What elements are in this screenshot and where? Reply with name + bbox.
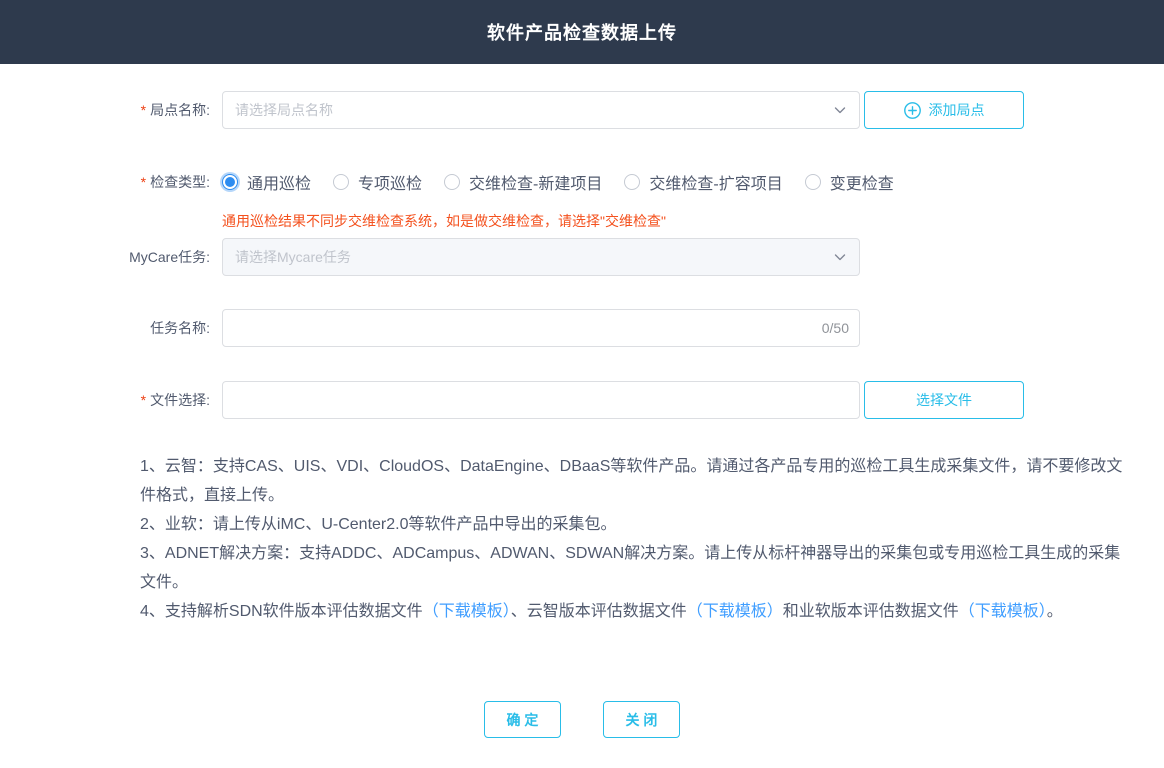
choose-file-button-label: 选择文件: [916, 392, 972, 408]
radio-icon: [222, 174, 238, 190]
site-name-row: * 局点名称: 请选择局点名称 添加局点: [0, 91, 1164, 129]
site-name-label: * 局点名称:: [0, 100, 210, 120]
radio-icon: [624, 174, 641, 190]
site-name-label-text: 局点名称:: [150, 102, 210, 118]
add-site-button[interactable]: 添加局点: [864, 91, 1024, 129]
confirm-button[interactable]: 确 定: [484, 701, 561, 738]
radio-handover-new-project[interactable]: 交维检查-新建项目: [444, 170, 602, 194]
radio-label: 交维检查-扩容项目: [649, 176, 783, 193]
check-type-warning: 通用巡检结果不同步交维检查系统，如是做交维检查，请选择"交维检查": [222, 213, 666, 229]
file-select-label: * 文件选择:: [0, 390, 210, 410]
instruction-4-text: 。: [1046, 603, 1063, 620]
mycare-task-label: MyCare任务:: [129, 249, 210, 265]
radio-icon: [804, 174, 821, 190]
radio-general-inspection[interactable]: 通用巡检: [222, 170, 311, 194]
plus-circle-icon: [903, 101, 921, 119]
instruction-item-4: 4、支持解析SDN软件版本评估数据文件（下载模板）、云智版本评估数据文件（下载模…: [140, 597, 1134, 626]
check-type-label-text: 检查类型:: [150, 174, 210, 190]
site-name-placeholder: 请选择局点名称: [235, 102, 333, 118]
file-path-field: [222, 381, 860, 419]
task-name-label: 任务名称:: [150, 320, 210, 336]
footer-actions: 确 定 关 闭: [0, 701, 1164, 738]
site-name-select[interactable]: 请选择局点名称: [222, 91, 860, 129]
upload-form: * 局点名称: 请选择局点名称 添加局点 * 检查类型: 通用巡检 专项巡检 交…: [0, 91, 1164, 738]
task-name-input[interactable]: [235, 310, 847, 346]
task-name-field: 0/50: [222, 309, 860, 347]
instruction-4-text: 和业软版本评估数据文件: [782, 603, 959, 620]
radio-special-inspection[interactable]: 专项巡检: [333, 170, 422, 194]
instruction-item-1: 1、云智：支持CAS、UIS、VDI、CloudOS、DataEngine、DB…: [140, 458, 1123, 504]
radio-label: 交维检查-新建项目: [469, 176, 603, 193]
task-name-row: 任务名称: 0/50: [0, 309, 1164, 347]
instruction-4-text: 4、支持解析SDN软件版本评估数据文件: [140, 603, 423, 620]
check-type-label: * 检查类型:: [0, 172, 210, 192]
instruction-item-3: 3、ADNET解决方案：支持ADDC、ADCampus、ADWAN、SDWAN解…: [140, 545, 1121, 591]
file-select-row: * 文件选择: 选择文件: [0, 381, 1164, 419]
check-type-row: * 检查类型: 通用巡检 专项巡检 交维检查-新建项目 交维检查-扩容项目 变更检…: [0, 170, 1164, 194]
file-path-input[interactable]: [235, 382, 847, 418]
download-template-link-yunzhi[interactable]: （下载模板）: [687, 603, 783, 620]
instruction-4-text: 、云智版本评估数据文件: [510, 603, 687, 620]
instructions: 1、云智：支持CAS、UIS、VDI、CloudOS、DataEngine、DB…: [140, 452, 1134, 626]
download-template-link-sdn[interactable]: （下载模板）: [423, 603, 511, 620]
add-site-button-label: 添加局点: [928, 102, 985, 118]
instruction-item-2: 2、业软：请上传从iMC、U-Center2.0等软件产品中导出的采集包。: [140, 516, 617, 533]
dialog-title: 软件产品检查数据上传: [487, 23, 677, 43]
dialog-header: 软件产品检查数据上传: [0, 0, 1164, 64]
check-type-radio-group: 通用巡检 专项巡检 交维检查-新建项目 交维检查-扩容项目 变更检查: [222, 170, 916, 194]
char-counter: 0/50: [821, 320, 849, 336]
radio-handover-expansion-project[interactable]: 交维检查-扩容项目: [624, 170, 783, 194]
mycare-task-placeholder: 请选择Mycare任务: [235, 249, 351, 265]
close-button[interactable]: 关 闭: [603, 701, 680, 738]
mycare-task-select[interactable]: 请选择Mycare任务: [222, 238, 860, 276]
mycare-task-row: MyCare任务: 请选择Mycare任务: [0, 238, 1164, 276]
chevron-down-icon: [834, 254, 846, 261]
radio-label: 变更检查: [829, 176, 894, 193]
required-asterisk: *: [140, 392, 147, 408]
radio-label: 通用巡检: [247, 176, 312, 193]
required-asterisk: *: [140, 102, 147, 118]
radio-label: 专项巡检: [358, 176, 423, 193]
radio-icon: [444, 174, 461, 190]
chevron-down-icon: [834, 107, 846, 114]
required-asterisk: *: [140, 174, 147, 190]
choose-file-button[interactable]: 选择文件: [864, 381, 1024, 419]
radio-icon: [333, 174, 350, 190]
radio-change-inspection[interactable]: 变更检查: [804, 170, 894, 194]
download-template-link-yeruan[interactable]: （下载模板）: [959, 603, 1047, 620]
file-select-label-text: 文件选择:: [150, 392, 210, 408]
